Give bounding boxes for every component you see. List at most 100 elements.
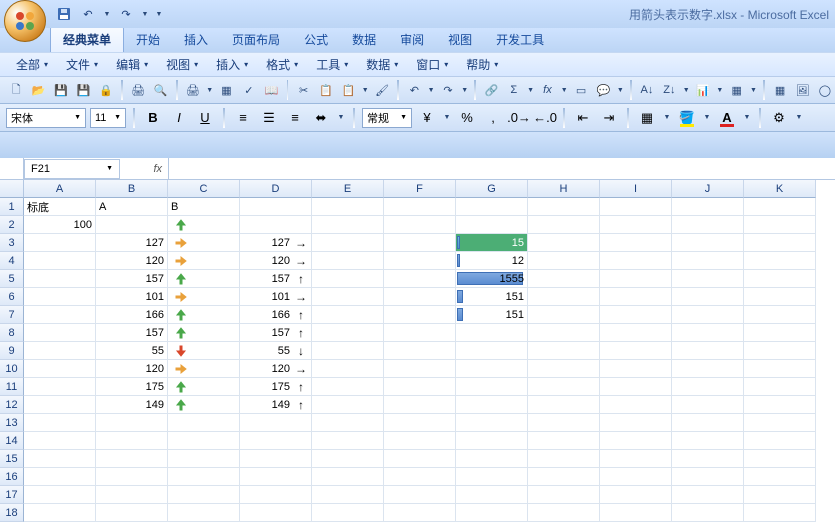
cell-I3[interactable] (600, 234, 672, 252)
row-header[interactable]: 17 (0, 486, 24, 504)
row-header[interactable]: 6 (0, 288, 24, 306)
new-icon[interactable]: 🗋 (6, 79, 26, 101)
cell-D11[interactable]: 175↑ (240, 378, 312, 396)
row-header[interactable]: 4 (0, 252, 24, 270)
cell-F1[interactable] (384, 198, 456, 216)
cell-G9[interactable] (456, 342, 528, 360)
cell-C16[interactable] (168, 468, 240, 486)
cell-E6[interactable] (312, 288, 384, 306)
sort-asc-icon[interactable]: A↓ (637, 79, 657, 101)
cell-J4[interactable] (672, 252, 744, 270)
cell-A3[interactable] (24, 234, 96, 252)
borders-icon[interactable]: ▦ (636, 107, 658, 129)
cell-E11[interactable] (312, 378, 384, 396)
cell-F18[interactable] (384, 504, 456, 522)
row-header[interactable]: 13 (0, 414, 24, 432)
cell-E3[interactable] (312, 234, 384, 252)
undo-dropdown[interactable]: ▼ (102, 11, 112, 18)
cell-B6[interactable]: 101 (96, 288, 168, 306)
cell-I10[interactable] (600, 360, 672, 378)
spelling-icon[interactable]: ✓ (239, 79, 259, 101)
menu-file[interactable]: 文件▾ (58, 53, 106, 76)
cell-K17[interactable] (744, 486, 816, 504)
cell-B14[interactable] (96, 432, 168, 450)
cell-D12[interactable]: 149↑ (240, 396, 312, 414)
bold-button[interactable]: B (142, 107, 164, 129)
cell-D2[interactable] (240, 216, 312, 234)
cell-J18[interactable] (672, 504, 744, 522)
cell-I1[interactable] (600, 198, 672, 216)
size-combo[interactable]: 11▼ (90, 108, 126, 128)
column-header-I[interactable]: I (600, 180, 672, 198)
cell-H1[interactable] (528, 198, 600, 216)
save-icon[interactable] (54, 4, 74, 24)
cell-D7[interactable]: 166↑ (240, 306, 312, 324)
menu-data[interactable]: 数据▾ (358, 53, 406, 76)
cell-K14[interactable] (744, 432, 816, 450)
cell-I2[interactable] (600, 216, 672, 234)
row-header[interactable]: 5 (0, 270, 24, 288)
cell-H4[interactable] (528, 252, 600, 270)
cell-H2[interactable] (528, 216, 600, 234)
tab-insert[interactable]: 插入 (172, 27, 220, 52)
cell-A12[interactable] (24, 396, 96, 414)
cell-J8[interactable] (672, 324, 744, 342)
borders-dropdown[interactable]: ▼ (662, 114, 672, 121)
redo-icon[interactable]: ↷ (438, 79, 458, 101)
cell-I18[interactable] (600, 504, 672, 522)
cell-I13[interactable] (600, 414, 672, 432)
cell-K12[interactable] (744, 396, 816, 414)
picture-icon[interactable]: 🖼 (792, 79, 812, 101)
cell-F13[interactable] (384, 414, 456, 432)
cell-I5[interactable] (600, 270, 672, 288)
cell-B17[interactable] (96, 486, 168, 504)
cell-H10[interactable] (528, 360, 600, 378)
percent-icon[interactable]: % (456, 107, 478, 129)
cell-F7[interactable] (384, 306, 456, 324)
table-icon[interactable]: ▦ (770, 79, 790, 101)
cell-K1[interactable] (744, 198, 816, 216)
cell-A17[interactable] (24, 486, 96, 504)
cell-B18[interactable] (96, 504, 168, 522)
comment-dropdown[interactable]: ▼ (616, 87, 625, 94)
column-header-C[interactable]: C (168, 180, 240, 198)
qat-customize[interactable]: ▼ (154, 11, 164, 18)
cell-C11[interactable] (168, 378, 240, 396)
cell-K16[interactable] (744, 468, 816, 486)
fx-icon[interactable]: fx (153, 163, 162, 175)
shapes-icon[interactable]: ◯ (815, 79, 835, 101)
paste-dropdown[interactable]: ▼ (361, 87, 370, 94)
cell-H9[interactable] (528, 342, 600, 360)
cell-F10[interactable] (384, 360, 456, 378)
cell-I17[interactable] (600, 486, 672, 504)
undo-icon[interactable]: ↶ (404, 79, 424, 101)
cell-J11[interactable] (672, 378, 744, 396)
cell-I8[interactable] (600, 324, 672, 342)
cell-J16[interactable] (672, 468, 744, 486)
cell-G10[interactable] (456, 360, 528, 378)
cell-F3[interactable] (384, 234, 456, 252)
cell-J13[interactable] (672, 414, 744, 432)
font-color-icon[interactable]: A (716, 107, 738, 129)
cell-I4[interactable] (600, 252, 672, 270)
cell-F17[interactable] (384, 486, 456, 504)
cell-D4[interactable]: 120→ (240, 252, 312, 270)
function-icon[interactable]: fx (537, 79, 557, 101)
redo-icon[interactable]: ↷ (116, 4, 136, 24)
menu-window[interactable]: 窗口▾ (408, 53, 456, 76)
cell-H13[interactable] (528, 414, 600, 432)
cell-C10[interactable] (168, 360, 240, 378)
hyperlink-icon[interactable]: 🔗 (481, 79, 501, 101)
cell-A18[interactable] (24, 504, 96, 522)
cell-K11[interactable] (744, 378, 816, 396)
cell-I15[interactable] (600, 450, 672, 468)
function-dropdown[interactable]: ▼ (560, 87, 569, 94)
name-box[interactable]: F21▼ (24, 159, 120, 179)
inc-indent-icon[interactable]: ⇥ (598, 107, 620, 129)
redo-dropdown[interactable]: ▼ (460, 87, 469, 94)
settings-dropdown[interactable]: ▼ (794, 114, 804, 121)
redo-dropdown[interactable]: ▼ (140, 11, 150, 18)
cell-G14[interactable] (456, 432, 528, 450)
column-header-K[interactable]: K (744, 180, 816, 198)
chart-dropdown[interactable]: ▼ (715, 87, 724, 94)
